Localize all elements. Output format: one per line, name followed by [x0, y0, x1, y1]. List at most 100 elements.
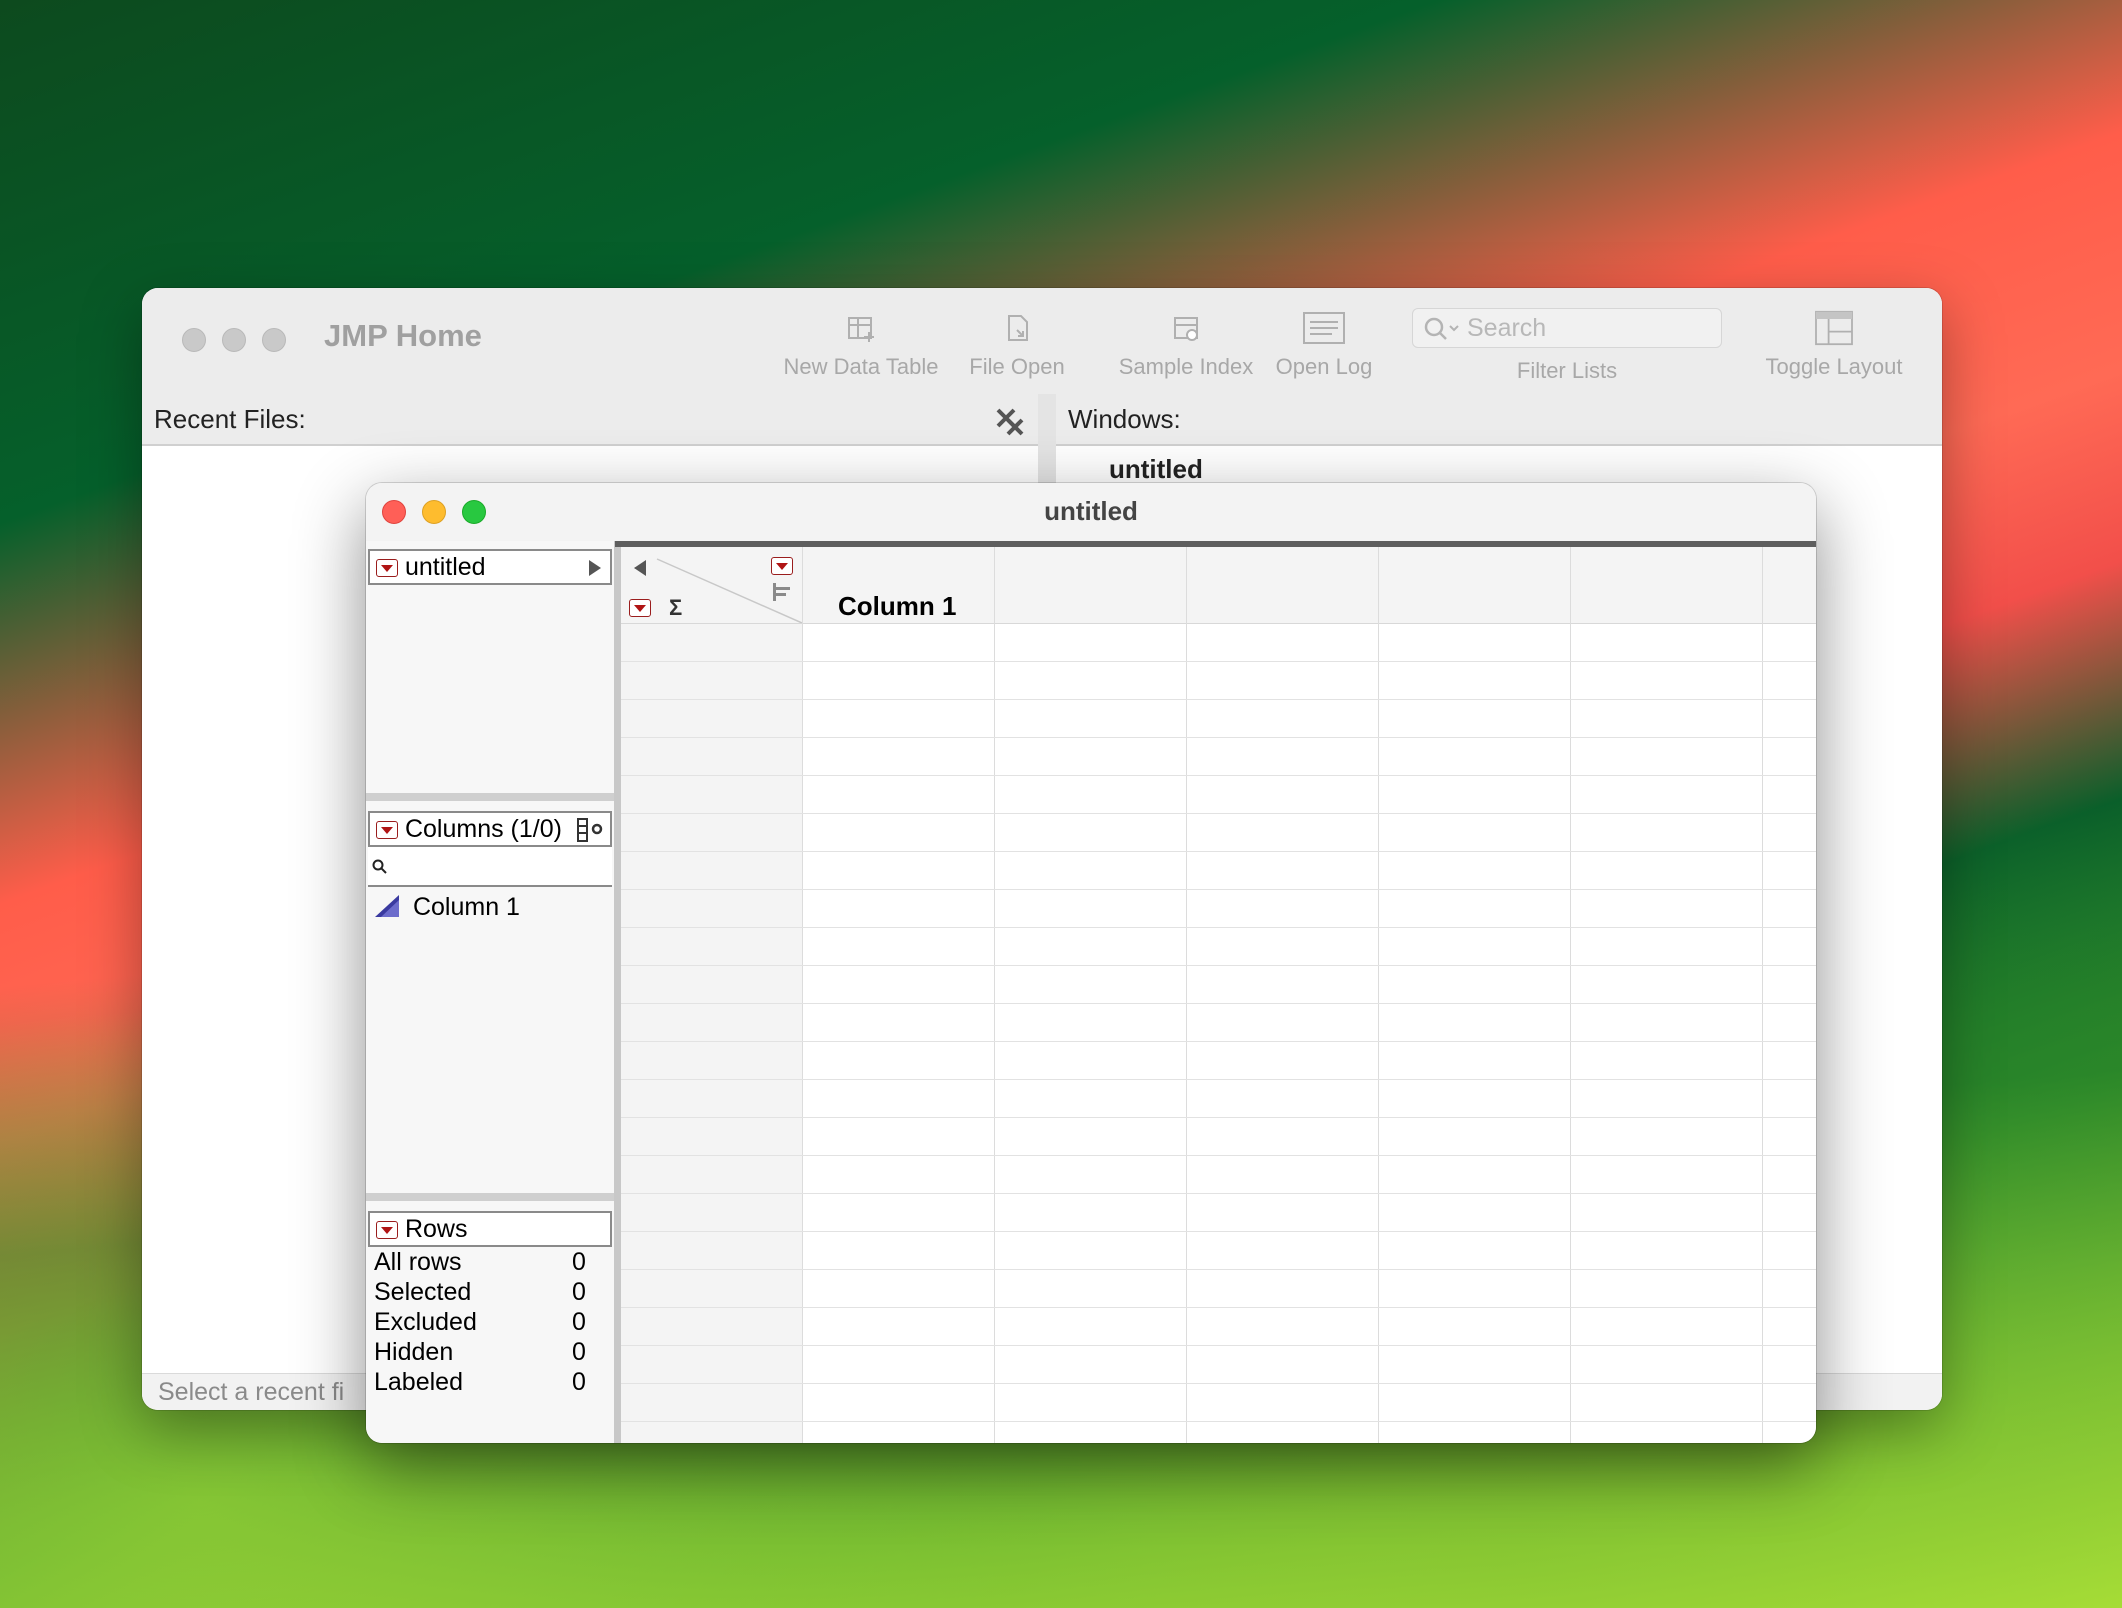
columns-menu-icon[interactable] — [376, 821, 398, 840]
windows-label: Windows: — [1068, 404, 1181, 434]
row-state-label: All rows — [374, 1248, 462, 1276]
column-header-label: Column 1 — [838, 591, 957, 621]
open-log-button[interactable]: Open Log — [1264, 310, 1384, 380]
row-state-count: 0 — [572, 1278, 586, 1306]
windows-header: Windows: — [1056, 394, 1942, 446]
new-data-table-button[interactable]: New Data Table — [776, 310, 946, 380]
grid-row-line — [621, 813, 1816, 814]
row-state-count: 0 — [572, 1368, 586, 1396]
windows-list-item[interactable]: untitled — [1109, 454, 1203, 485]
search-icon — [372, 859, 387, 874]
row-state-label: Hidden — [374, 1338, 454, 1366]
rows-menu-icon[interactable] — [376, 1221, 398, 1240]
grid-row-line — [621, 1421, 1816, 1422]
rows-header-menu-icon[interactable] — [629, 599, 651, 617]
column-name: Column 1 — [412, 893, 520, 921]
sample-index-button[interactable]: Sample Index — [1096, 310, 1276, 380]
filter-lists-label: Filter Lists — [1516, 358, 1618, 383]
panel-grid-splitter[interactable] — [614, 541, 621, 1443]
row-state-label: Excluded — [374, 1308, 477, 1336]
rows-panel-header[interactable]: Rows — [368, 1211, 612, 1247]
left-panels: untitled Columns (1/0) Column 1 Rows All… — [366, 541, 614, 1443]
grid-row-line — [621, 889, 1816, 890]
search-icon — [1424, 317, 1459, 340]
clear-recent-icon[interactable] — [994, 406, 1026, 436]
home-close-button[interactable] — [182, 328, 206, 352]
column-filter-input[interactable] — [368, 847, 612, 887]
grid-col-sep — [1378, 547, 1379, 1443]
column-list-item[interactable]: Column 1 — [374, 893, 520, 922]
columns-header-menu-icon[interactable] — [771, 557, 793, 575]
play-triangle-icon[interactable] — [588, 559, 602, 577]
data-table-titlebar: untitled — [366, 483, 1816, 541]
data-table-title: untitled — [1044, 496, 1138, 526]
file-open-label: File Open — [969, 354, 1065, 379]
grid-row-line — [621, 1117, 1816, 1118]
row-state-label: Labeled — [374, 1368, 463, 1396]
grid-row-line — [621, 699, 1816, 700]
row-state-count: 0 — [572, 1248, 586, 1276]
grid-col-sep — [802, 547, 803, 1443]
grid-row-line — [621, 965, 1816, 966]
panel-splitter-1[interactable] — [366, 793, 614, 801]
grid-row-line — [621, 1193, 1816, 1194]
left-arrow-icon[interactable] — [633, 559, 647, 577]
column-header[interactable]: Column 1 — [802, 547, 994, 623]
toggle-layout-label: Toggle Layout — [1765, 354, 1903, 379]
open-log-label: Open Log — [1275, 354, 1373, 379]
grid-row-line — [621, 1383, 1816, 1384]
recent-files-label: Recent Files: — [154, 404, 306, 434]
home-zoom-button[interactable] — [262, 328, 286, 352]
grid-row-line — [621, 1003, 1816, 1004]
column-info-icon[interactable] — [771, 581, 793, 603]
grid-row-line — [621, 1307, 1816, 1308]
columns-panel-label: Columns (1/0) — [404, 815, 562, 843]
grid-col-sep — [1570, 547, 1571, 1443]
table-panel-label: untitled — [404, 553, 486, 581]
grid-row-line — [621, 1269, 1816, 1270]
rows-panel-label: Rows — [404, 1215, 468, 1243]
layout-icon — [1815, 310, 1853, 346]
status-message: Select a recent fi — [158, 1378, 345, 1406]
file-open-button[interactable]: File Open — [962, 310, 1072, 380]
grid-row-line — [621, 851, 1816, 852]
home-minimize-button[interactable] — [222, 328, 246, 352]
grid-row-line — [621, 737, 1816, 738]
file-open-icon — [1008, 315, 1028, 341]
grid-row-line — [621, 661, 1816, 662]
data-table-window: untitled untitled Columns (1/0) Column 1… — [366, 483, 1816, 1443]
grid-row-line — [621, 927, 1816, 928]
continuous-column-icon — [375, 895, 399, 917]
grid-row-line — [621, 1041, 1816, 1042]
data-grid[interactable]: Σ Column 1 — [621, 547, 1816, 1443]
table-panel-header[interactable]: untitled — [368, 549, 612, 585]
new-data-table-label: New Data Table — [783, 354, 939, 379]
recent-files-header: Recent Files: — [142, 394, 1038, 446]
filter-search-input[interactable]: Search — [1412, 308, 1722, 348]
table-menu-icon[interactable] — [376, 559, 398, 578]
sigma-icon[interactable]: Σ — [669, 595, 682, 621]
grid-row-line — [621, 775, 1816, 776]
row-state-label: Selected — [374, 1278, 472, 1306]
home-window-title: JMP Home — [324, 318, 482, 353]
grid-col-sep — [1762, 547, 1763, 1443]
column-viewer-icon[interactable] — [576, 817, 606, 843]
row-state-count: 0 — [572, 1308, 586, 1336]
panel-splitter-2[interactable] — [366, 1193, 614, 1201]
grid-row-line — [621, 1345, 1816, 1346]
log-icon — [1303, 312, 1345, 344]
grid-row-line — [621, 1079, 1816, 1080]
grid-row-line — [621, 1155, 1816, 1156]
grid-col-sep — [994, 547, 995, 1443]
columns-panel-header[interactable]: Columns (1/0) — [368, 811, 612, 847]
row-state-count: 0 — [572, 1338, 586, 1366]
grid-col-sep — [1186, 547, 1187, 1443]
search-placeholder: Search — [1467, 314, 1547, 342]
home-toolbar: JMP Home New Data Table File Open Sample… — [142, 288, 1942, 396]
new-table-icon — [848, 317, 874, 342]
sample-index-icon — [1174, 317, 1198, 341]
grid-row-line — [621, 1231, 1816, 1232]
sample-index-label: Sample Index — [1118, 354, 1254, 379]
toggle-layout-button[interactable]: Toggle Layout — [1754, 310, 1914, 380]
row-header-column — [621, 547, 802, 1443]
